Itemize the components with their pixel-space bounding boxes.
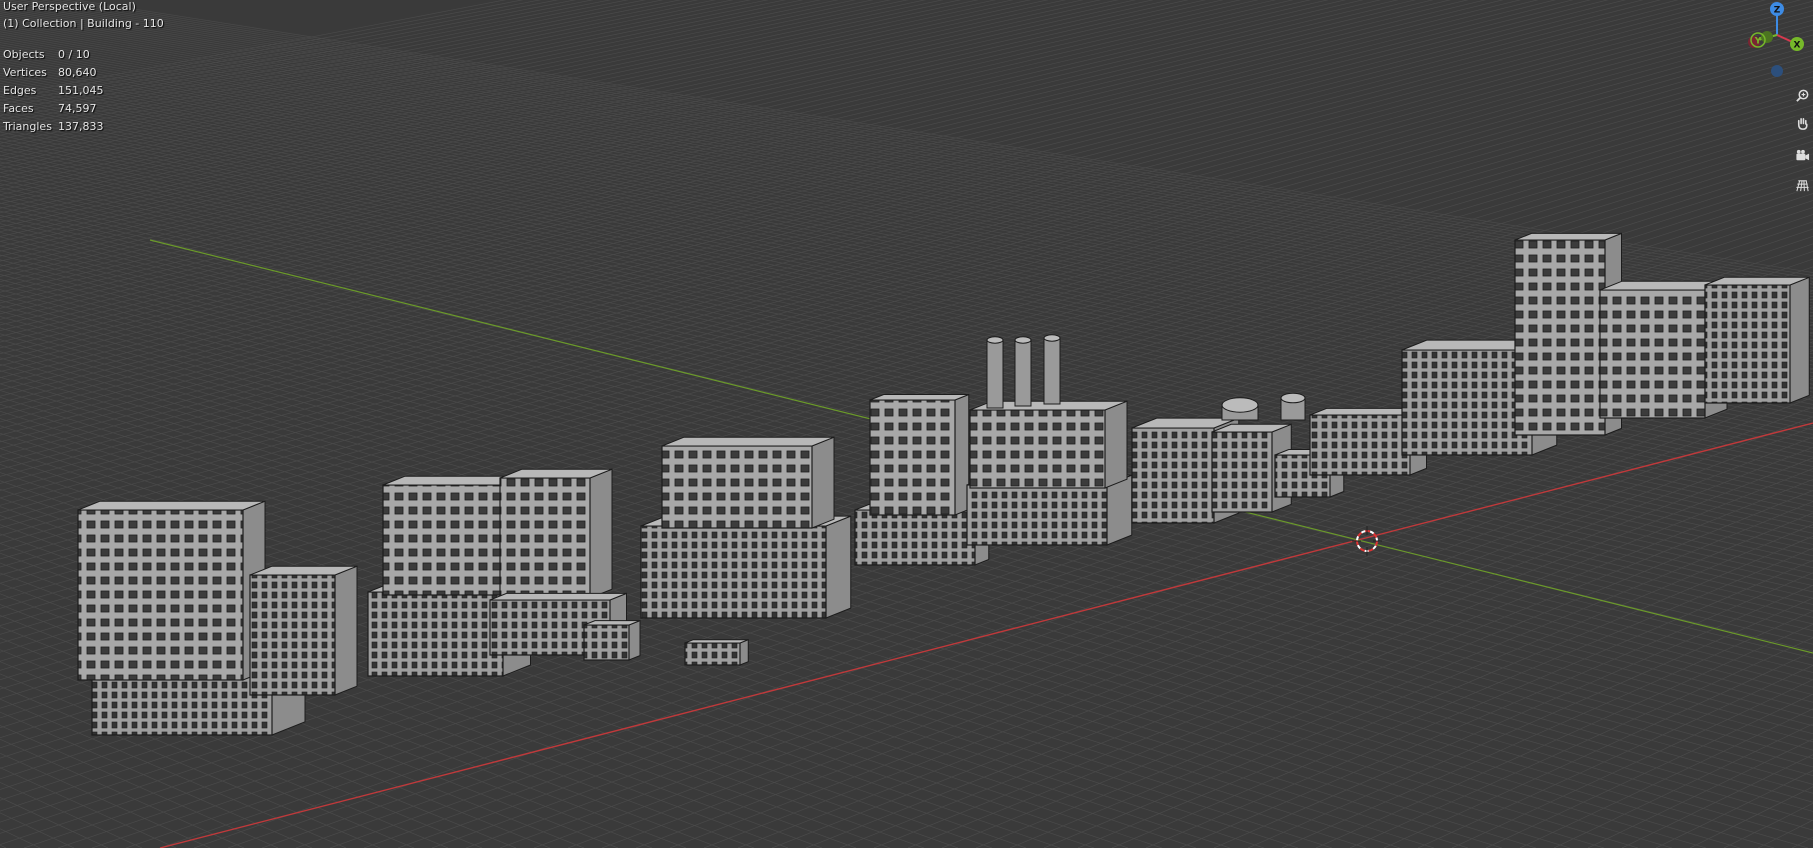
navigation-gizmo[interactable]: Z Y X xyxy=(1738,0,1813,80)
neg-y-axis-icon[interactable] xyxy=(1761,31,1773,43)
buildings-group[interactable] xyxy=(77,232,1810,736)
stat-label: Faces xyxy=(3,102,34,115)
x-axis-label: X xyxy=(1794,41,1801,51)
building-3-upper[interactable] xyxy=(661,436,835,529)
stat-row-objects: Objects 0 / 10 xyxy=(3,46,104,64)
stat-row-edges: Edges 151,045 xyxy=(3,82,104,100)
grid-ortho-icon[interactable] xyxy=(1792,175,1813,196)
building-2-upper-right[interactable] xyxy=(499,468,613,599)
scene-statistics: Objects 0 / 10 Vertices 80,640 Edges 151… xyxy=(3,46,104,136)
hand-pan-icon[interactable] xyxy=(1792,113,1813,134)
z-axis-label: Z xyxy=(1774,6,1781,16)
neg-z-axis-icon[interactable] xyxy=(1771,65,1783,77)
camera-icon[interactable] xyxy=(1792,145,1813,166)
stat-label: Objects xyxy=(3,48,45,61)
3d-viewport[interactable]: User Perspective (Local) (1) Collection … xyxy=(0,0,1813,848)
collection-name-label: (1) Collection | Building - 110 xyxy=(3,17,164,30)
stat-label: Vertices xyxy=(3,66,47,79)
building-3-tables[interactable] xyxy=(684,638,749,666)
building-3-base[interactable] xyxy=(640,515,852,619)
stat-value: 151,045 xyxy=(58,84,104,97)
building-5-upper[interactable] xyxy=(969,400,1128,489)
stat-value: 0 / 10 xyxy=(58,48,90,61)
stat-label: Edges xyxy=(3,84,37,97)
building-10-annex[interactable] xyxy=(1704,276,1810,404)
stat-value: 74,597 xyxy=(58,102,97,115)
stat-value: 80,640 xyxy=(58,66,97,79)
stat-row-vertices: Vertices 80,640 xyxy=(3,64,104,82)
stat-label: Triangles xyxy=(3,120,52,133)
stat-row-faces: Faces 74,597 xyxy=(3,100,104,118)
stat-row-triangles: Triangles 137,833 xyxy=(3,118,104,136)
stat-value: 137,833 xyxy=(58,120,104,133)
scene-canvas[interactable] xyxy=(0,0,1813,848)
building-4-tower[interactable] xyxy=(869,393,970,516)
view-name-label: User Perspective (Local) xyxy=(3,0,136,13)
building-1-tower[interactable] xyxy=(77,500,266,681)
chimney-3[interactable] xyxy=(1043,334,1061,405)
y-axis-label: Y xyxy=(1754,37,1762,47)
building-7-tank[interactable] xyxy=(1280,392,1306,421)
building-1-annex[interactable] xyxy=(249,565,358,696)
building-6-tank[interactable] xyxy=(1221,397,1259,421)
zoom-icon[interactable] xyxy=(1792,85,1813,106)
vehicle-truck[interactable] xyxy=(583,619,641,661)
chimney-1[interactable] xyxy=(986,336,1004,409)
chimney-2[interactable] xyxy=(1014,336,1032,407)
